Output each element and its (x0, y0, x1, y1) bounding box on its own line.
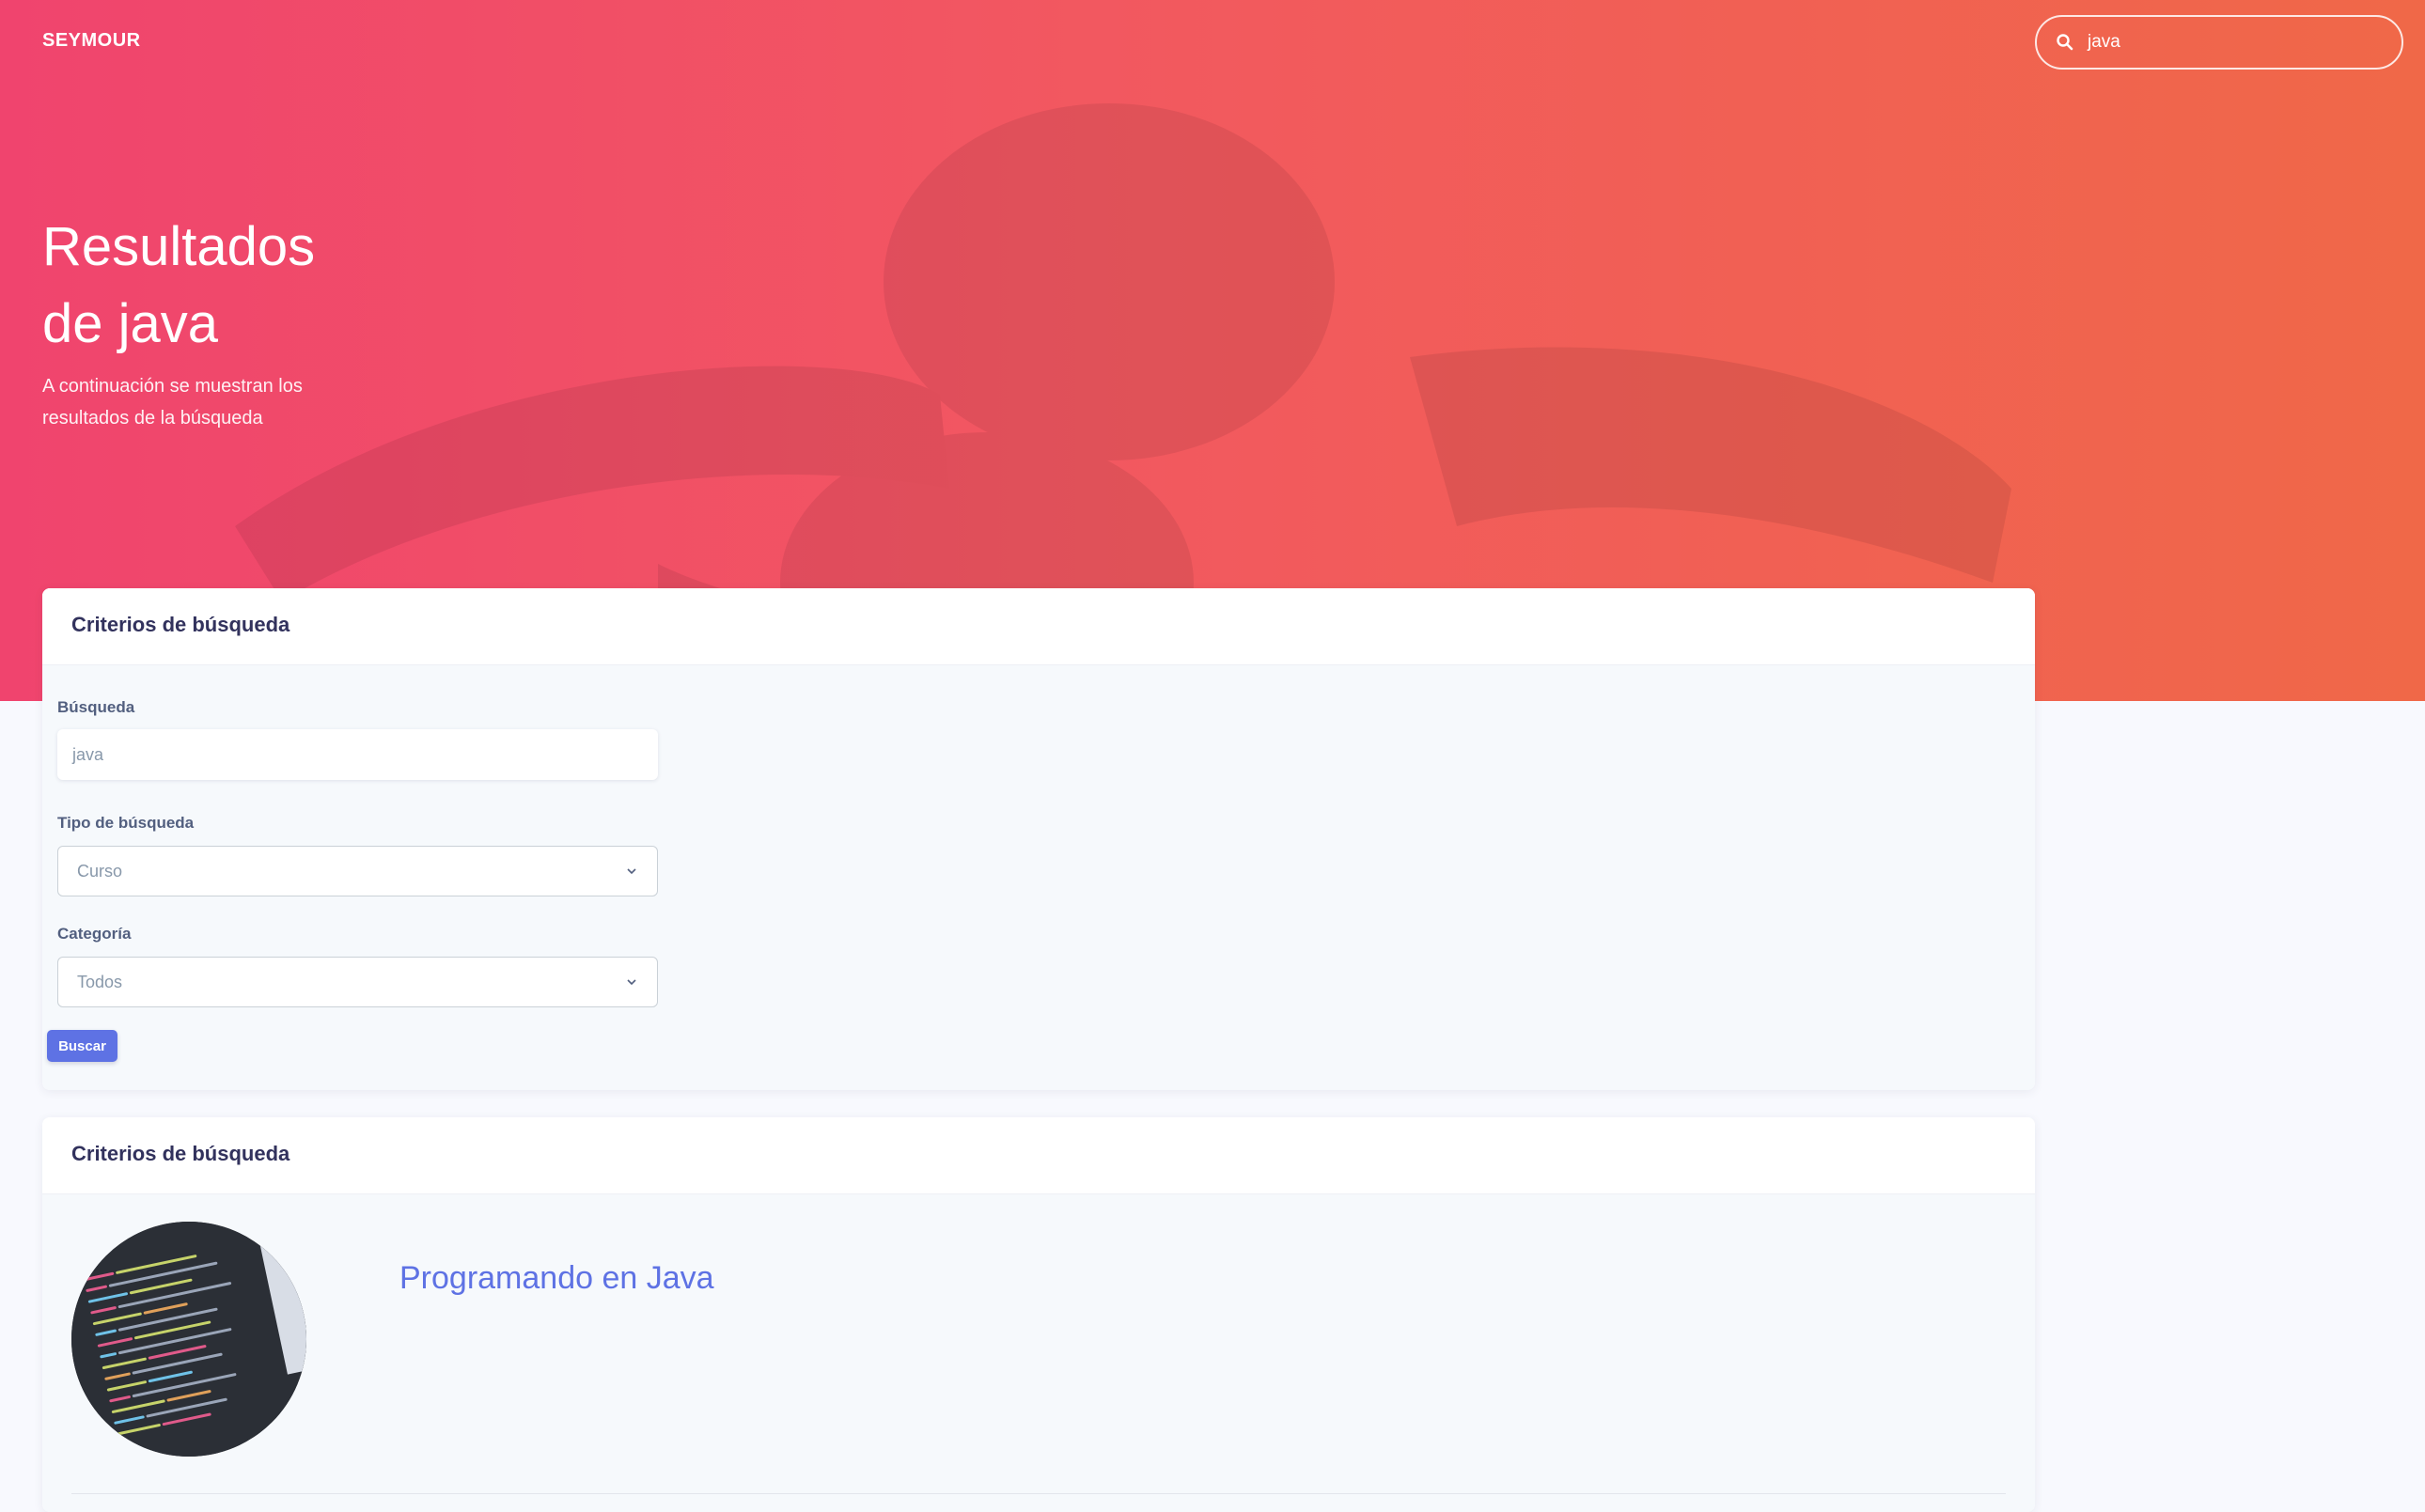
code-screenshot-image (71, 1222, 306, 1457)
card-header: Criterios de búsqueda (42, 588, 2035, 665)
results-list: Programando en Java (42, 1194, 2035, 1512)
navbar-search-value: java (2088, 32, 2120, 52)
page-title: Resultados de java (42, 209, 437, 363)
search-type-value: Curso (77, 861, 123, 881)
search-type-select[interactable]: Curso (57, 846, 658, 896)
category-select[interactable]: Todos (57, 957, 658, 1007)
result-divider (71, 1493, 2006, 1494)
chevron-down-icon (627, 979, 636, 986)
card-title: Criterios de búsqueda (71, 1142, 290, 1165)
chevron-down-icon (627, 868, 636, 875)
results-card: Criterios de búsqueda Programando en Jav… (42, 1117, 2035, 1512)
course-thumbnail[interactable] (71, 1222, 306, 1457)
search-field[interactable]: java (57, 729, 658, 780)
search-type-label: Tipo de búsqueda (57, 814, 195, 832)
search-field-label: Búsqueda (57, 698, 135, 716)
search-criteria-card: Criterios de búsqueda (42, 588, 2035, 1090)
card-title: Criterios de búsqueda (71, 613, 290, 636)
card-header: Criterios de búsqueda (42, 1117, 2035, 1194)
category-value: Todos (77, 972, 123, 991)
search-icon (2057, 34, 2073, 51)
page-title-line1: Resultados (42, 216, 316, 277)
page-subtitle: A continuación se muestran los resultado… (42, 376, 303, 429)
search-field-value: java (72, 744, 104, 764)
search-button[interactable]: Buscar (47, 1030, 117, 1062)
page-title-line2: de java (42, 293, 219, 354)
course-title-link[interactable]: Programando en Java (399, 1260, 714, 1297)
brand-logo[interactable]: SEYMOUR (42, 30, 141, 52)
category-label: Categoría (57, 925, 132, 943)
navbar-search-input[interactable]: java (2035, 15, 2403, 70)
